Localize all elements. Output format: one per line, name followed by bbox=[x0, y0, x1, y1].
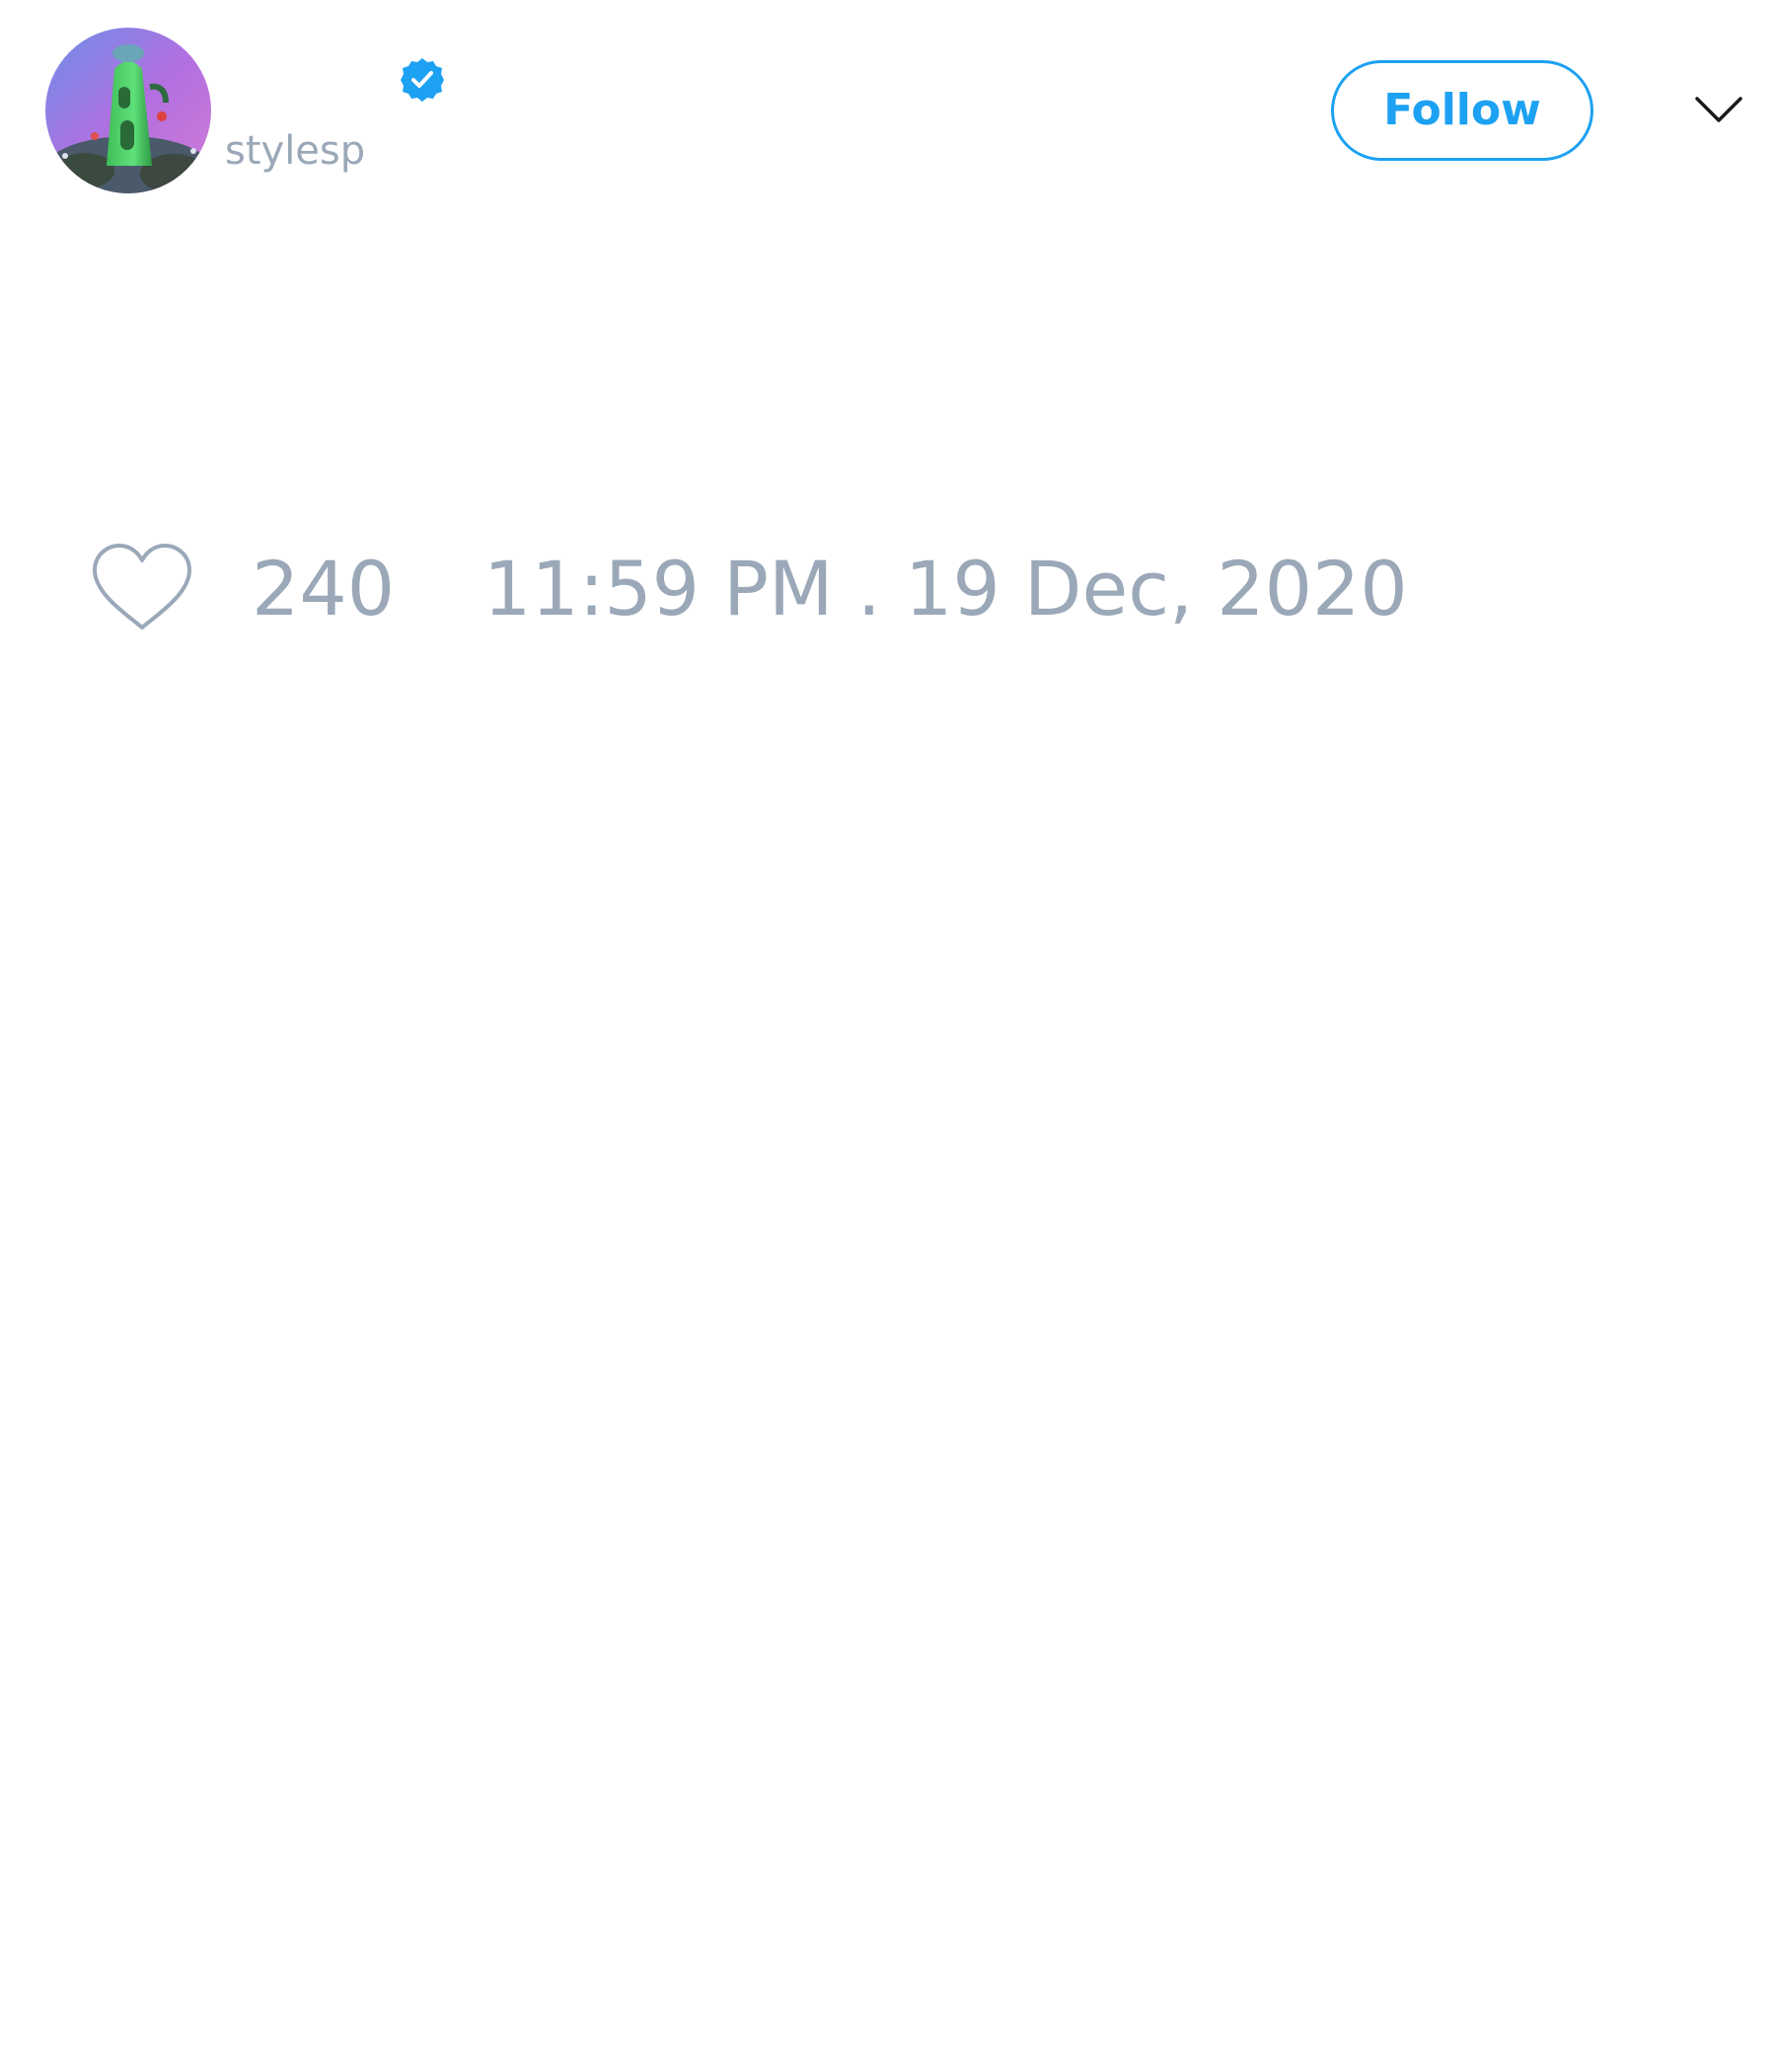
tweet-card: stylesp Follow 240 11:59 PM . 19 Dec, 20… bbox=[0, 0, 1776, 2072]
like-count: 240 bbox=[252, 545, 396, 632]
chevron-down-icon[interactable] bbox=[1693, 91, 1744, 128]
author-handle[interactable]: stylesp bbox=[225, 126, 365, 176]
heart-outline-icon[interactable] bbox=[89, 541, 195, 635]
avatar[interactable] bbox=[45, 28, 211, 193]
verified-badge-icon bbox=[399, 56, 446, 104]
tweet-timestamp[interactable]: 11:59 PM . 19 Dec, 2020 bbox=[483, 545, 1408, 633]
avatar-image bbox=[45, 28, 211, 193]
follow-button[interactable]: Follow bbox=[1331, 60, 1593, 161]
